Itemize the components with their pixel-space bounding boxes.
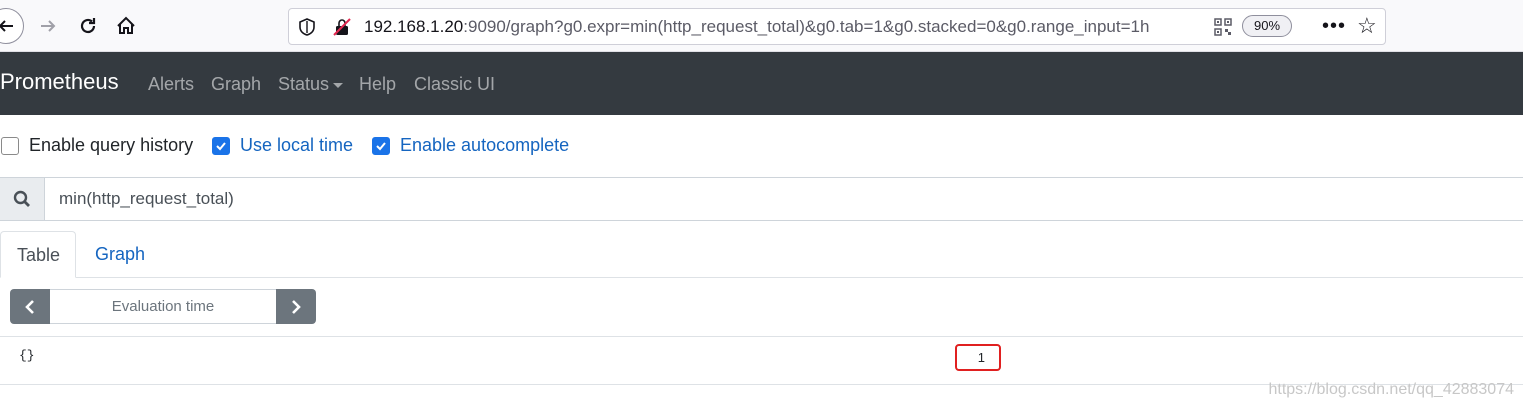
query-history-label: Enable query history: [29, 135, 194, 155]
tab-table[interactable]: Table: [0, 231, 76, 278]
expression-input[interactable]: [46, 178, 1516, 220]
tab-graph[interactable]: Graph: [79, 231, 161, 278]
query-history-checkbox[interactable]: [1, 136, 19, 155]
checkmark-icon: [216, 141, 226, 150]
reload-button[interactable]: [70, 8, 106, 44]
expression-input-group: [0, 177, 1523, 221]
eval-time-next-button[interactable]: [276, 289, 316, 324]
nav-link-status[interactable]: Status: [278, 74, 344, 95]
evaluation-time-group: [10, 289, 316, 324]
home-button[interactable]: [108, 8, 144, 44]
shield-icon[interactable]: [298, 18, 316, 36]
nav-link-alerts[interactable]: Alerts: [148, 74, 194, 95]
nav-link-help[interactable]: Help: [359, 74, 396, 95]
arrow-left-icon: [0, 20, 13, 32]
bookmark-star-icon[interactable]: ☆: [1357, 13, 1377, 39]
address-bar[interactable]: 192.168.1.20:9090/graph?g0.expr=min(http…: [288, 8, 1386, 45]
option-query-history[interactable]: Enable query history: [1, 135, 193, 156]
result-tabs: Table Graph: [0, 231, 1523, 278]
home-icon: [117, 16, 135, 34]
result-table: {} 1: [0, 336, 1523, 385]
more-actions-icon[interactable]: •••: [1322, 15, 1346, 38]
autocomplete-checkbox[interactable]: [372, 136, 390, 155]
metric-value-cell: 1: [955, 344, 1001, 371]
zoom-level-badge[interactable]: 90%: [1242, 15, 1292, 37]
evaluation-time-input[interactable]: [50, 289, 276, 324]
local-time-label: Use local time: [240, 135, 354, 155]
option-local-time[interactable]: Use local time: [212, 135, 353, 156]
arrow-right-icon: [41, 20, 56, 32]
prometheus-navbar: Prometheus Alerts Graph Status Help Clas…: [0, 52, 1523, 115]
chevron-right-icon: [292, 299, 301, 314]
eval-time-prev-button[interactable]: [10, 289, 50, 324]
checkmark-icon: [376, 141, 386, 150]
qr-code-icon[interactable]: [1214, 18, 1232, 36]
reload-icon: [80, 18, 96, 34]
nav-link-graph[interactable]: Graph: [211, 74, 261, 95]
autocomplete-label: Enable autocomplete: [400, 135, 570, 155]
caret-down-icon: [333, 82, 344, 88]
brand-logo[interactable]: Prometheus: [0, 69, 119, 95]
browser-toolbar: 192.168.1.20:9090/graph?g0.expr=min(http…: [0, 0, 1523, 52]
url-host: 192.168.1.20: [364, 17, 464, 36]
url-path: :9090/graph?g0.expr=min(http_request_tot…: [463, 17, 1150, 36]
local-time-checkbox[interactable]: [212, 136, 230, 155]
chevron-left-icon: [25, 299, 34, 314]
watermark-text: https://blog.csdn.net/qq_42883074: [1268, 381, 1514, 398]
url-text[interactable]: 192.168.1.20:9090/graph?g0.expr=min(http…: [364, 17, 1214, 37]
forward-button[interactable]: [30, 8, 66, 44]
nav-link-classic-ui[interactable]: Classic UI: [414, 74, 495, 95]
search-addon: [0, 178, 45, 220]
search-icon: [13, 190, 30, 207]
option-autocomplete[interactable]: Enable autocomplete: [372, 135, 569, 156]
insecure-lock-icon[interactable]: [333, 18, 351, 36]
metric-labels-cell: {}: [19, 348, 35, 363]
back-button[interactable]: [0, 8, 24, 44]
nav-link-status-label: Status: [278, 74, 330, 94]
